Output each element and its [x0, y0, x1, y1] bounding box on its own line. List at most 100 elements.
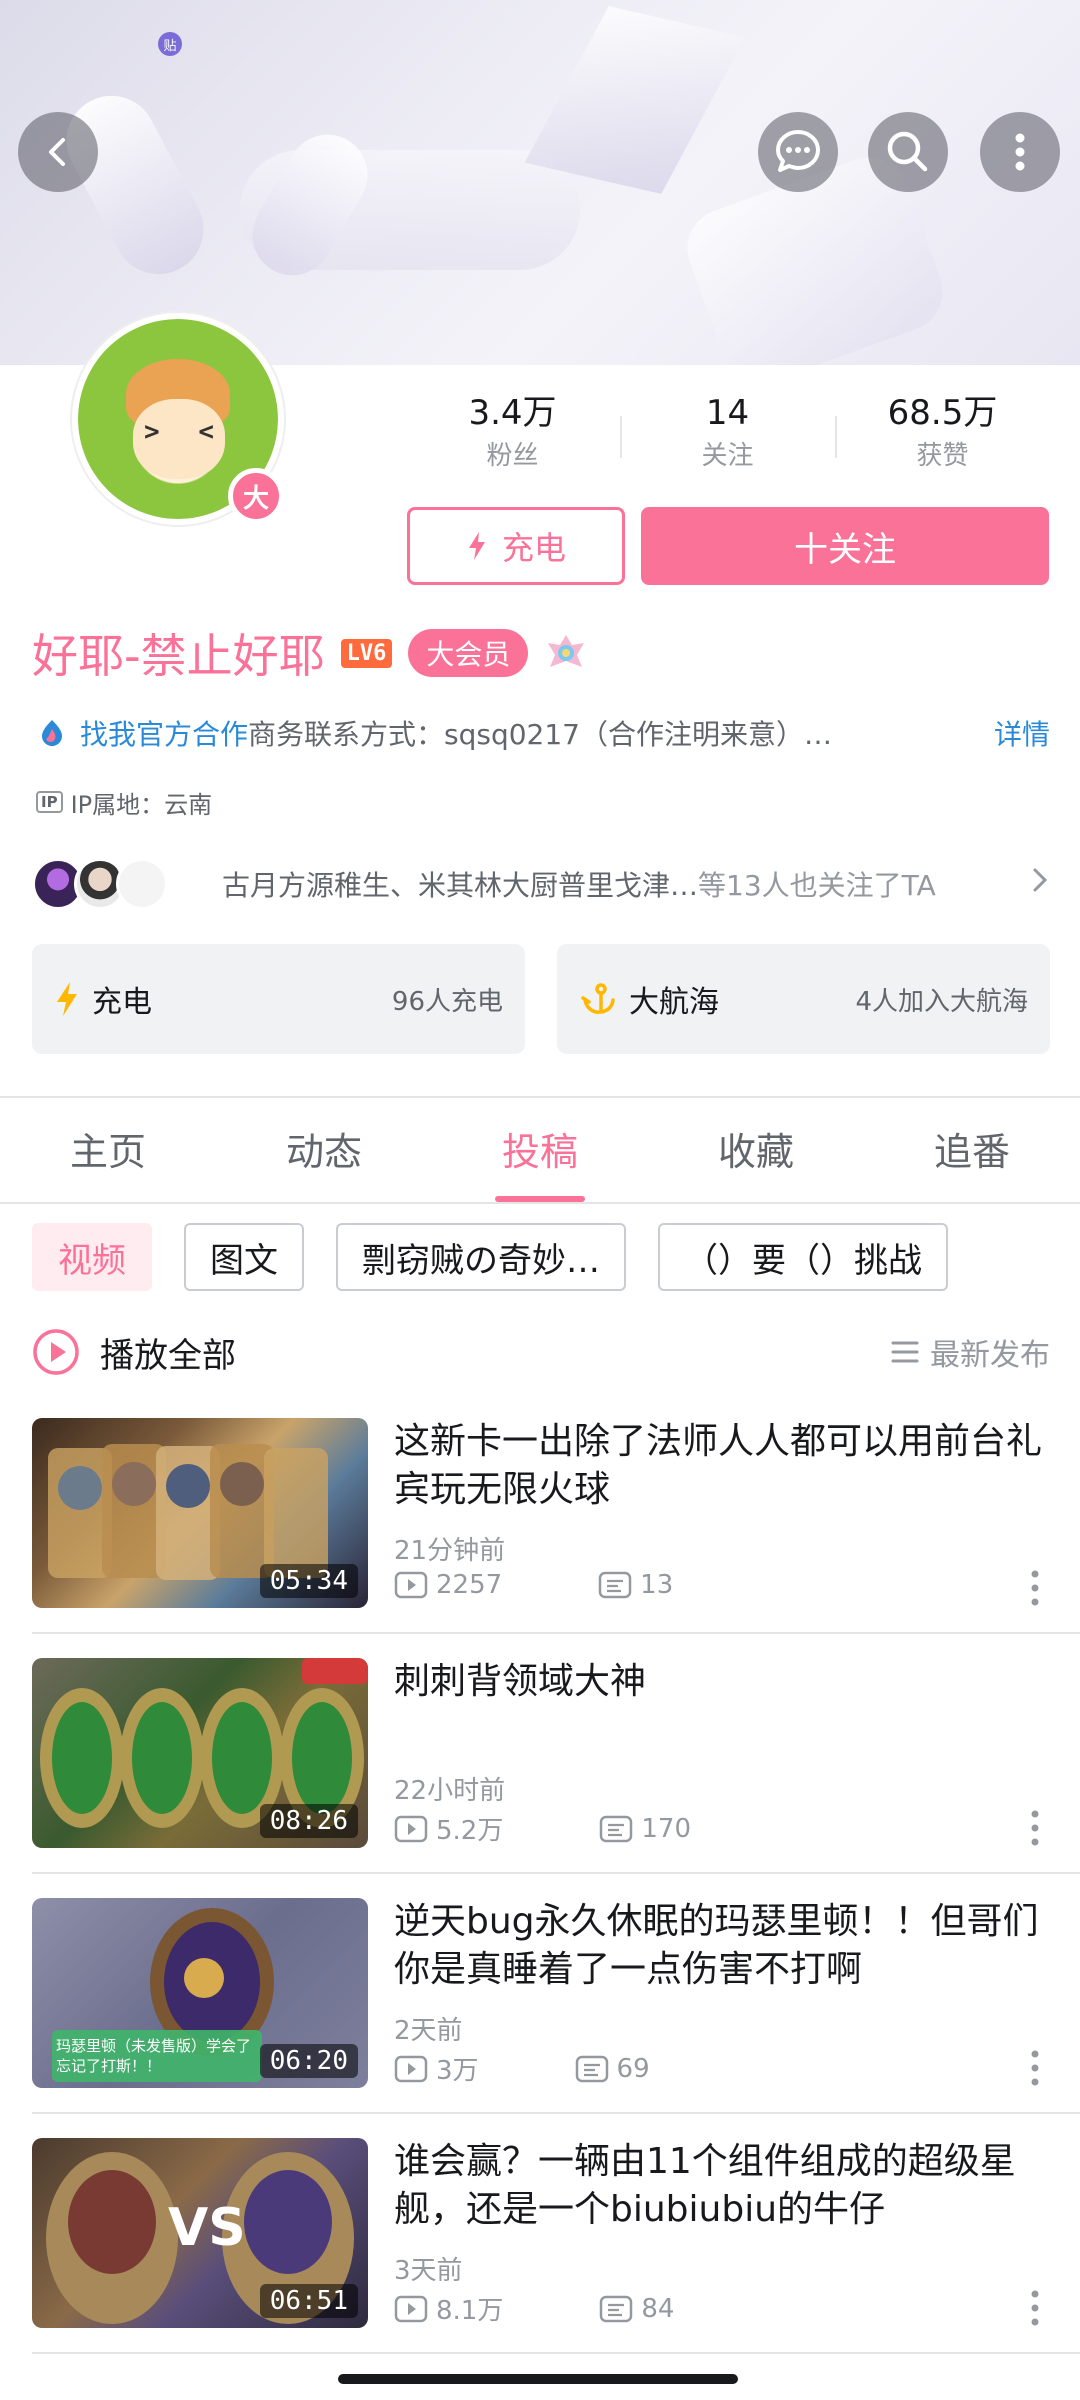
- charge-button-label: 充电: [501, 529, 566, 567]
- divider: [32, 2112, 1080, 2114]
- ip-location-text: IP属地：云南: [70, 790, 213, 819]
- stat-value: 68.5万: [887, 393, 998, 433]
- anchor-icon: [581, 983, 615, 1014]
- tab-bangumi[interactable]: 追番: [864, 1100, 1080, 1204]
- video-thumbnail[interactable]: 05:34: [32, 1418, 368, 1608]
- divider: [32, 1872, 1080, 1874]
- guard-card-count: 4人加入大航海: [855, 986, 1028, 1017]
- bio-detail-link[interactable]: 详情: [994, 713, 1050, 753]
- play-count: 3万: [436, 2056, 479, 2086]
- play-count: 8.1万: [436, 2296, 504, 2326]
- tab-uploads[interactable]: 投稿: [432, 1100, 648, 1204]
- divider: [0, 1096, 1080, 1098]
- back-button[interactable]: [18, 112, 98, 192]
- charge-card-title: 充电: [92, 985, 152, 1020]
- home-indicator[interactable]: [338, 2374, 738, 2384]
- chat-bubble-icon: [776, 130, 820, 172]
- danmaku-icon: [600, 2295, 633, 2322]
- video-title[interactable]: 刺刺背领域大神: [394, 1658, 1044, 1706]
- official-cooperation-link[interactable]: 找我官方合作: [80, 713, 248, 753]
- follow-button[interactable]: 十关注: [641, 507, 1049, 585]
- danmaku-count: 69: [616, 2053, 650, 2084]
- divider: [32, 1632, 1080, 1634]
- video-item[interactable]: 玛瑟里顿（未发售版）学会了忘记了打斯！！ 06:20 逆天bug永久休眠的玛瑟里…: [32, 1898, 1050, 2088]
- guard-card[interactable]: 大航海 4人加入大航海: [557, 944, 1050, 1054]
- danmaku-count: 84: [641, 2293, 675, 2324]
- stat-likes[interactable]: 68.5万 获赞: [835, 388, 1050, 488]
- filter-series-1[interactable]: 剽窃贼の奇妙…: [336, 1223, 626, 1291]
- more-vertical-icon: [1015, 133, 1025, 171]
- filter-article[interactable]: 图文: [184, 1223, 304, 1291]
- search-icon: [887, 131, 928, 172]
- tab-home[interactable]: 主页: [0, 1100, 216, 1204]
- bio-text: 商务联系方式：sqsq0217（合作注明来意）…: [248, 718, 832, 751]
- tab-favorites[interactable]: 收藏: [648, 1100, 864, 1204]
- username-row: 好耶-禁止好耶 LV6 大会员: [32, 620, 588, 686]
- play-circle-icon[interactable]: [32, 1328, 80, 1376]
- stat-following[interactable]: 14 关注: [620, 388, 835, 488]
- search-button[interactable]: [868, 112, 948, 192]
- video-thumbnail[interactable]: 08:26: [32, 1658, 368, 1848]
- chevron-right-icon: [1030, 865, 1050, 903]
- video-stats: 2257 13: [394, 1570, 673, 1600]
- ip-icon: IP: [36, 791, 63, 813]
- video-thumbnail[interactable]: 玛瑟里顿（未发售版）学会了忘记了打斯！！ 06:20: [32, 1898, 368, 2088]
- lightning-icon: [468, 532, 485, 560]
- avatar: [116, 858, 168, 910]
- charge-card[interactable]: 充电 96人充电: [32, 944, 525, 1054]
- mutual-follow-count: 等13人也关注了TA: [698, 869, 936, 902]
- play-count-icon: [394, 2295, 428, 2322]
- video-stats: 3万 69: [394, 2050, 650, 2087]
- danmaku-icon: [600, 1815, 633, 1842]
- sort-button[interactable]: 最新发布: [890, 1330, 1050, 1374]
- mutual-follows-row[interactable]: 古月方源稚生、米其林大厨普里戈津… 等13人也关注了TA: [32, 856, 1050, 912]
- profile-tabs: 主页 动态 投稿 收藏 追番: [0, 1100, 1080, 1204]
- video-item[interactable]: 05:34 这新卡一出除了法师人人都可以用前台礼宾玩无限火球 21分钟前 225…: [32, 1418, 1050, 1608]
- message-button[interactable]: [758, 112, 838, 192]
- more-vertical-icon[interactable]: [1020, 2046, 1050, 2090]
- video-title[interactable]: 谁会赢？一辆由11个组件组成的超级星舰，还是一个biubiubiu的牛仔: [394, 2138, 1044, 2234]
- video-duration: 06:20: [259, 2044, 358, 2078]
- stat-value: 14: [705, 393, 750, 433]
- play-all-button[interactable]: 播放全部: [100, 1328, 236, 1377]
- video-stats: 5.2万 170: [394, 1810, 691, 1847]
- danmaku-count: 170: [641, 1813, 691, 1844]
- charge-button[interactable]: 充电: [407, 507, 625, 585]
- video-upload-time: 22小时前: [394, 1776, 506, 1806]
- play-all-row: 播放全部 最新发布: [32, 1324, 1050, 1380]
- play-count: 2257: [436, 1570, 503, 1600]
- play-count-icon: [394, 1571, 428, 1599]
- sort-label: 最新发布: [930, 1338, 1050, 1373]
- username: 好耶-禁止好耶: [32, 629, 325, 683]
- video-title[interactable]: 这新卡一出除了法师人人都可以用前台礼宾玩无限火球: [394, 1418, 1044, 1514]
- danmaku-icon: [575, 2055, 608, 2082]
- list-icon: [891, 1341, 919, 1363]
- banner-decoration: [524, 6, 746, 194]
- danmaku-count: 13: [640, 1570, 674, 1600]
- lightning-icon: [57, 982, 77, 1016]
- video-duration: 08:26: [259, 1804, 358, 1838]
- video-item[interactable]: VS 06:51 谁会赢？一辆由11个组件组成的超级星舰，还是一个biubiub…: [32, 2138, 1050, 2328]
- video-duration: 05:34: [259, 1564, 358, 1598]
- bio-row[interactable]: 找我官方合作 商务联系方式：sqsq0217（合作注明来意）… 详情: [36, 708, 1050, 758]
- video-item[interactable]: 08:26 刺刺背领域大神 22小时前 5.2万 170: [32, 1658, 1050, 1848]
- status-notification-badge: 贴: [158, 32, 182, 56]
- play-count: 5.2万: [436, 1816, 504, 1846]
- vip-avatar-badge: 大: [228, 468, 284, 524]
- medal-icon[interactable]: [544, 631, 588, 675]
- danmaku-icon: [598, 1571, 632, 1599]
- more-vertical-icon[interactable]: [1020, 2286, 1050, 2330]
- video-thumbnail[interactable]: VS 06:51: [32, 2138, 368, 2328]
- more-options-button[interactable]: [980, 112, 1060, 192]
- more-vertical-icon[interactable]: [1020, 1566, 1050, 1610]
- filter-series-2[interactable]: （）要（）挑战: [658, 1223, 948, 1291]
- chevron-left-icon: [49, 138, 65, 166]
- filter-video[interactable]: 视频: [32, 1223, 152, 1291]
- video-upload-time: 2天前: [394, 2016, 463, 2046]
- more-vertical-icon[interactable]: [1020, 1806, 1050, 1850]
- stat-fans[interactable]: 3.4万 粉丝: [405, 388, 620, 488]
- video-title[interactable]: 逆天bug永久休眠的玛瑟里顿！！但哥们你是真睡着了一点伤害不打啊: [394, 1898, 1044, 1994]
- video-stats: 8.1万 84: [394, 2290, 674, 2327]
- vip-badge[interactable]: 大会员: [408, 629, 529, 677]
- tab-dynamics[interactable]: 动态: [216, 1100, 432, 1204]
